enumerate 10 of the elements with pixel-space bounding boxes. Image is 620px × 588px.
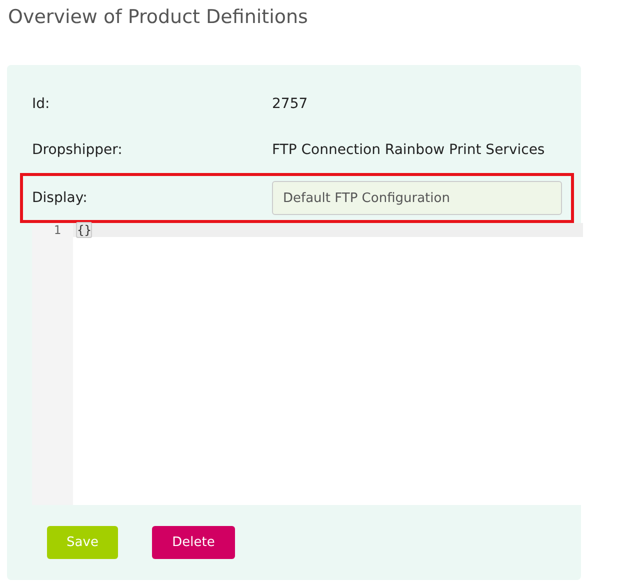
line-number: 1: [52, 223, 62, 237]
field-label: Dropshipper:: [32, 142, 124, 158]
field-label: Display:: [32, 190, 88, 206]
field-label: Id:: [32, 96, 51, 112]
page-title: Overview of Product Definitions: [8, 6, 309, 28]
delete-button[interactable]: Delete: [152, 526, 235, 559]
field-value: 2757: [272, 96, 308, 112]
code-text: {}: [76, 222, 92, 238]
display-input-field[interactable]: Default FTP Configuration: [272, 181, 562, 215]
field-value: FTP Connection Rainbow Print Services: [272, 142, 545, 158]
